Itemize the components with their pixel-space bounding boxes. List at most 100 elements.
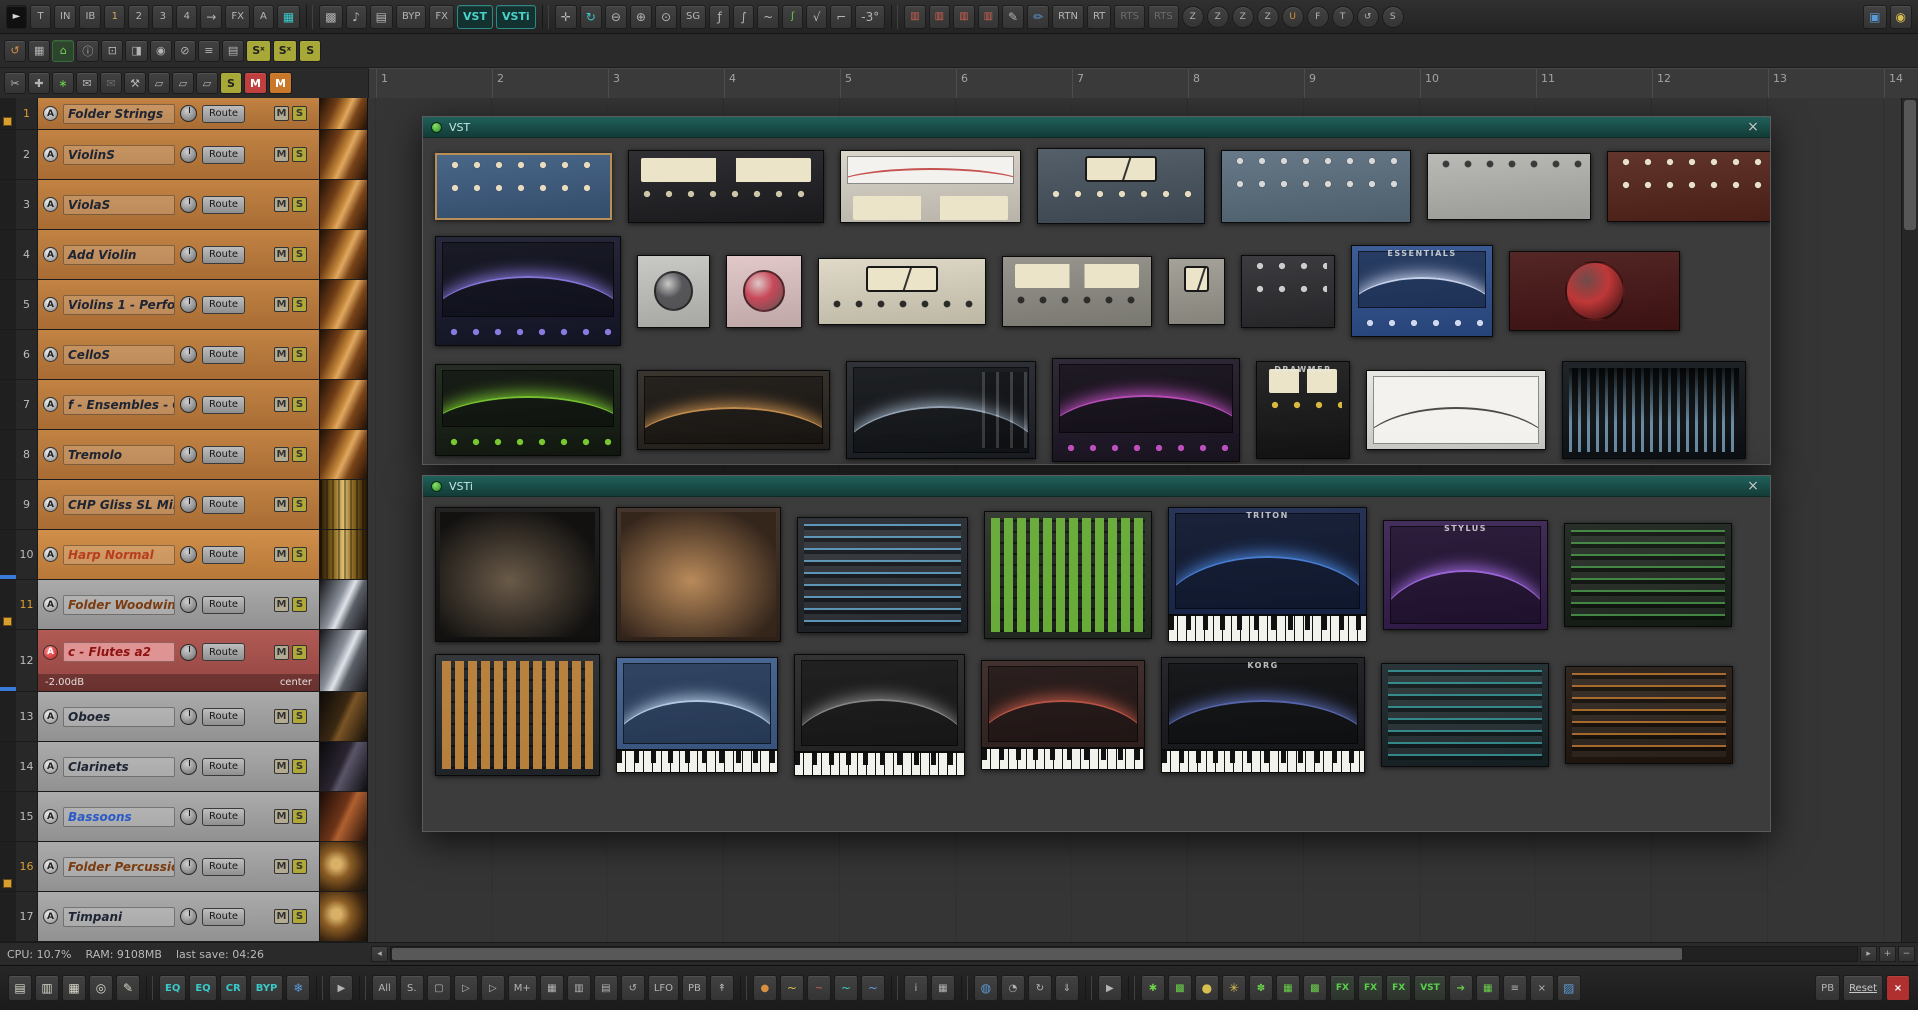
menu-list-icon[interactable]: ≡	[1503, 975, 1527, 1001]
track-name[interactable]: Add Violin	[63, 245, 175, 265]
pan-knob[interactable]	[180, 296, 197, 313]
folder-marker[interactable]	[3, 617, 12, 626]
group-stripe-2-icon[interactable]: ▥	[929, 5, 950, 29]
scroll-left-button[interactable]: ◂	[371, 946, 388, 962]
envelope-curve-5-icon[interactable]: √	[806, 5, 827, 29]
move-cursor-icon[interactable]: ✛	[555, 5, 577, 29]
track-row[interactable]: 11AFolder WoodwindsRouteMS	[0, 580, 367, 630]
track-name[interactable]: Clarinets	[63, 757, 175, 777]
zoom-selection-icon[interactable]: ⊙	[655, 5, 677, 29]
record-arm-button[interactable]: A	[43, 597, 58, 612]
mute-button[interactable]: M	[274, 447, 289, 462]
track-row[interactable]: 8ATremoloRouteMS	[0, 430, 367, 480]
mod-keys-icon[interactable]: ▦	[1276, 975, 1300, 1001]
render-download-icon[interactable]: ⇓	[1055, 975, 1079, 1001]
link-icon[interactable]: ◨	[125, 40, 147, 62]
vst-rack-button[interactable]: VST	[1414, 975, 1446, 1001]
track-row[interactable]: 3AViolaSRouteMS	[0, 180, 367, 230]
plugin-vintage-gray-compressor[interactable]	[1002, 256, 1152, 327]
plugin-mini-vu-meter[interactable]	[1168, 258, 1225, 325]
route-button[interactable]: Route	[202, 296, 245, 314]
pb-button[interactable]: PB	[682, 975, 707, 1001]
track-row[interactable]: 7Af - Ensembles - CorRouteMS	[0, 380, 367, 430]
envelope-curve-6-icon[interactable]: ⌐	[830, 5, 852, 29]
piano-keys-icon[interactable]: ▤	[594, 975, 618, 1001]
mute-button[interactable]: M	[274, 859, 289, 874]
folder-marker[interactable]	[3, 117, 12, 126]
razor-edit-icon[interactable]: ✂	[4, 72, 26, 94]
pan-knob[interactable]	[180, 146, 197, 163]
plugin-steel-blue-compressor[interactable]	[1221, 150, 1411, 223]
track-row[interactable]: 16AFolder PercussionRouteMS	[0, 842, 367, 892]
mouse-mod-2-button[interactable]: 2	[128, 5, 149, 29]
grid-settings-icon[interactable]: ▦	[28, 40, 50, 62]
record-arm-button[interactable]: A	[43, 147, 58, 162]
track-name[interactable]: f - Ensembles - Cor	[63, 395, 175, 415]
solo-defeat-badge[interactable]: S	[220, 72, 242, 94]
mod-grid-icon[interactable]: ▩	[1168, 975, 1192, 1001]
pan-knob[interactable]	[180, 596, 197, 613]
route-button[interactable]: Route	[202, 146, 245, 164]
mod-pads-icon[interactable]: ▩	[1303, 975, 1327, 1001]
reaper-logo-icon[interactable]: ◉	[1890, 5, 1912, 29]
mute-button[interactable]: M	[274, 909, 289, 924]
piano-roll-icon[interactable]: ◔	[1001, 975, 1025, 1001]
pan-knob[interactable]	[180, 346, 197, 363]
wave-teal-icon[interactable]: ~	[834, 975, 858, 1001]
tool-ib-button[interactable]: IB	[79, 5, 101, 29]
instrument-teal-sampler[interactable]	[1381, 663, 1549, 767]
solo-button[interactable]: S	[292, 645, 307, 660]
stripes-icon[interactable]: ▨	[1557, 975, 1581, 1001]
record-arm-button[interactable]: A	[43, 347, 58, 362]
zoom-z-horizontal-icon[interactable]: Z	[1182, 6, 1204, 28]
track-manager-icon[interactable]: ▤	[222, 40, 244, 62]
select-cursor-button[interactable]: ►	[6, 5, 27, 29]
track-name[interactable]: Folder Percussion	[63, 857, 175, 877]
panel-close-button[interactable]: ×	[1886, 975, 1910, 1001]
route-button[interactable]: Route	[202, 346, 245, 364]
monitor-icon[interactable]: ▢	[427, 975, 451, 1001]
mute-button[interactable]: M	[274, 197, 289, 212]
solo-button[interactable]: S	[292, 547, 307, 562]
virtual-keyboard-icon[interactable]: ▩	[319, 5, 342, 29]
ruler-mark[interactable]: 2	[492, 69, 608, 98]
ruler-mark[interactable]: 14	[1884, 69, 1918, 98]
lfo-button[interactable]: LFO	[648, 975, 679, 1001]
folder-new-icon[interactable]: ▱	[172, 72, 194, 94]
route-button[interactable]: Route	[202, 496, 245, 514]
zoom-z-vertical-icon[interactable]: Z	[1207, 6, 1229, 28]
vst-browser-toggle[interactable]: VST	[457, 5, 493, 29]
solo-button[interactable]: S	[292, 106, 307, 121]
comment-bubble-icon[interactable]: ✉	[76, 72, 98, 94]
eq-button-2[interactable]: EQ	[189, 975, 216, 1001]
event-list-icon[interactable]: ▦	[62, 975, 86, 1001]
cursor-b-icon[interactable]: ▷	[481, 975, 505, 1001]
close-icon[interactable]: ×	[1744, 478, 1762, 494]
group-stripe-1-icon[interactable]: ▥	[904, 5, 925, 29]
record-arm-button[interactable]: A	[43, 809, 58, 824]
track-name[interactable]: Tremolo	[63, 445, 175, 465]
route-button[interactable]: Route	[202, 808, 245, 826]
instrument-korg-workstation[interactable]: KORG	[1161, 657, 1365, 773]
instrument-orange-rack[interactable]	[1565, 666, 1733, 764]
ruler-mark[interactable]: 1	[376, 69, 492, 98]
tool-in-button[interactable]: IN	[54, 5, 76, 29]
folder-up-icon[interactable]: ▱	[196, 72, 218, 94]
envelope-curve-2-icon[interactable]: ∫	[733, 5, 754, 29]
track-row[interactable]: 9ACHP Gliss SL Min_KRouteMS	[0, 480, 367, 530]
eq-button-1[interactable]: EQ	[159, 975, 186, 1001]
solo-exclusive-badge[interactable]: Sˣ	[246, 40, 270, 62]
pan-knob[interactable]	[180, 546, 197, 563]
ruler-mark[interactable]: 4	[724, 69, 840, 98]
freeze-icon[interactable]: ❄	[286, 975, 310, 1001]
mute-button[interactable]: M	[274, 597, 289, 612]
pan-knob[interactable]	[180, 758, 197, 775]
zoom-z-selection-icon[interactable]: Z	[1257, 6, 1279, 28]
screenset-icon[interactable]: ▣	[1863, 5, 1886, 29]
grid-toggle-icon[interactable]: ▦	[277, 5, 300, 29]
route-button[interactable]: Route	[202, 758, 245, 776]
rts-button-2[interactable]: RTS	[1148, 5, 1179, 29]
mute-master-badge[interactable]: M	[269, 72, 292, 94]
refresh-circle-icon[interactable]: ↺	[1357, 6, 1379, 28]
ruler-mark[interactable]: 7	[1072, 69, 1188, 98]
